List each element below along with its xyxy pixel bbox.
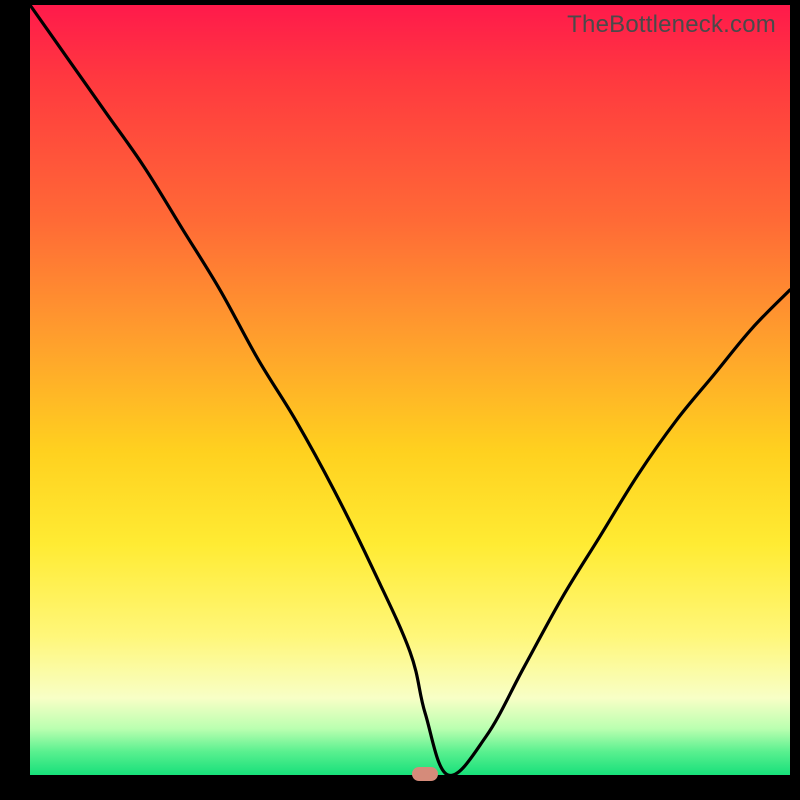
optimal-point-marker <box>412 767 438 781</box>
bottleneck-curve <box>30 5 790 775</box>
plot-area: TheBottleneck.com <box>30 5 790 775</box>
chart-stage: TheBottleneck.com <box>0 0 800 800</box>
